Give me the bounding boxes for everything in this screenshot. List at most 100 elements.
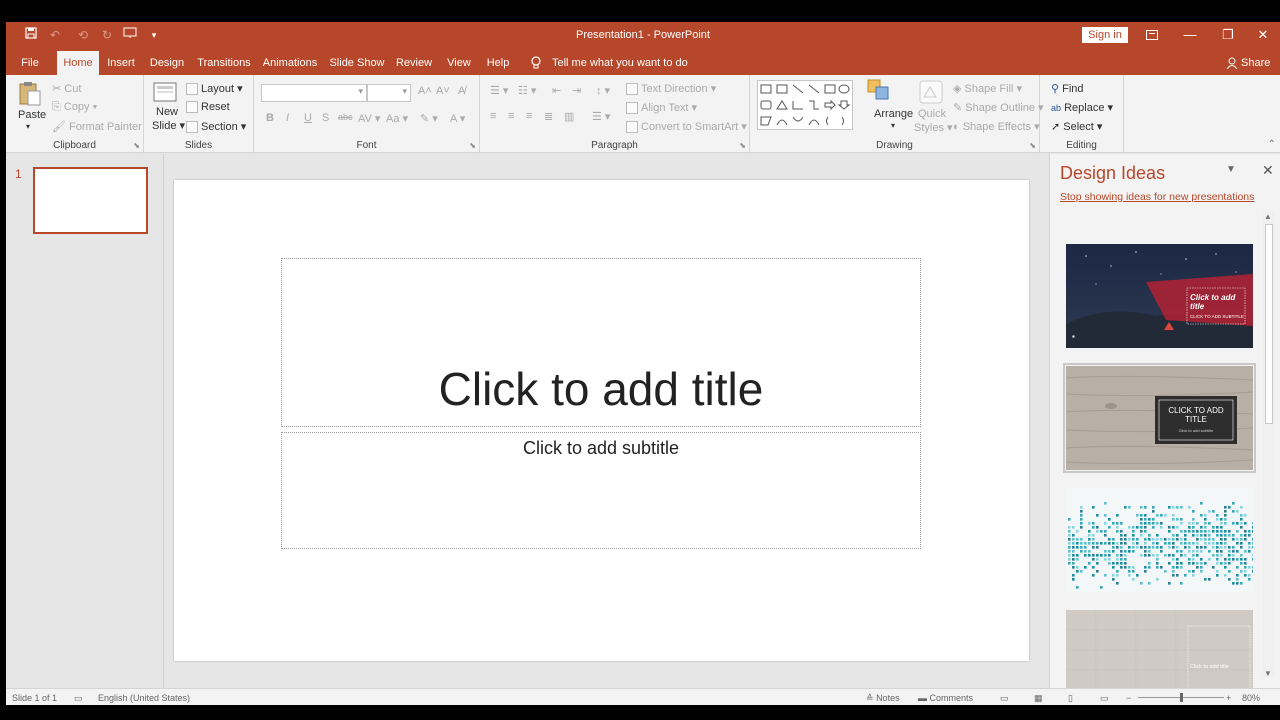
bold-button[interactable]: B <box>266 112 274 124</box>
drawing-launcher-icon[interactable]: ⬊ <box>1029 141 1036 150</box>
reading-view-icon[interactable]: ▯ <box>1068 693 1073 704</box>
columns-icon[interactable]: ▥ <box>564 110 574 123</box>
strikethrough-button[interactable]: abc <box>338 112 353 122</box>
tab-insert[interactable]: Insert <box>104 51 138 75</box>
close-icon[interactable]: ✕ <box>1244 22 1280 48</box>
tab-review[interactable]: Review <box>394 51 434 75</box>
normal-view-icon[interactable]: ▭ <box>1000 693 1009 704</box>
notes-button[interactable]: ≙ Notes <box>866 693 900 704</box>
design-idea-1[interactable]: Click to add title CLICK TO ADD SUBTITLE… <box>1066 244 1253 348</box>
pane-options-icon[interactable]: ▼ <box>1226 164 1236 175</box>
new-slide-line1[interactable]: New <box>156 106 178 118</box>
tab-home[interactable]: Home <box>57 51 99 75</box>
shadow-button[interactable]: S <box>322 112 329 124</box>
font-color-icon[interactable]: A ▾ <box>450 112 465 125</box>
comments-button[interactable]: ▬ Comments <box>918 693 973 703</box>
paint-bucket-icon: ◈ <box>953 83 962 95</box>
justify-icon[interactable]: ≣ <box>544 110 553 123</box>
section-button[interactable]: Section ▾ <box>186 120 246 134</box>
new-slide-button[interactable]: Slide ▾ <box>152 119 185 132</box>
convert-smartart-button[interactable]: Convert to SmartArt ▾ <box>626 120 747 134</box>
clear-formatting-icon[interactable]: A̸ <box>458 85 465 97</box>
replace-button[interactable]: ab Replace ▾ <box>1051 101 1113 114</box>
zoom-in-icon[interactable]: + <box>1226 693 1231 703</box>
align-text-button[interactable]: Align Text ▾ <box>626 101 697 115</box>
spelling-icon[interactable]: ▭ <box>74 693 83 704</box>
new-slide-icon[interactable] <box>153 80 179 104</box>
italic-button[interactable]: I <box>286 112 289 124</box>
shape-outline-button[interactable]: ✎ Shape Outline ▾ <box>953 101 1044 114</box>
slide-sorter-icon[interactable]: ▦ <box>1034 693 1043 704</box>
character-spacing-button[interactable]: AV ▾ <box>358 112 380 125</box>
align-center-icon[interactable]: ≡ <box>508 110 514 122</box>
highlight-icon[interactable]: ✎ ▾ <box>420 112 438 125</box>
ribbon-display-options-icon[interactable] <box>1133 22 1171 48</box>
tab-transitions[interactable]: Transitions <box>196 51 252 75</box>
shapes-gallery[interactable] <box>757 80 853 130</box>
design-idea-3[interactable] <box>1066 488 1253 592</box>
shape-fill-button[interactable]: ◈ Shape Fill ▾ <box>953 82 1022 95</box>
tab-view[interactable]: View <box>442 51 476 75</box>
scroll-thumb[interactable] <box>1265 224 1273 424</box>
shape-effects-button[interactable]: ◐ Shape Effects ▾ <box>953 120 1040 133</box>
collapse-ribbon-icon[interactable]: ⌃ <box>1268 139 1276 150</box>
zoom-slider-thumb[interactable] <box>1180 693 1183 702</box>
language-indicator[interactable]: English (United States) <box>98 693 190 703</box>
slide-thumbnail[interactable] <box>33 167 148 234</box>
close-pane-icon[interactable]: ✕ <box>1262 162 1274 179</box>
arrange-dropdown-icon[interactable]: ▾ <box>891 121 895 130</box>
cut-button[interactable]: ✂ Cut <box>52 82 81 95</box>
stop-showing-ideas-link[interactable]: Stop showing ideas for new presentations <box>1060 191 1254 203</box>
subtitle-placeholder[interactable]: Click to add subtitle <box>281 432 921 549</box>
arrange-button[interactable]: Arrange <box>874 108 913 120</box>
align-left-icon[interactable]: ≡ <box>490 110 496 122</box>
reset-button[interactable]: Reset <box>186 101 230 114</box>
font-size-combo[interactable]: ▾ <box>367 84 411 102</box>
font-launcher-icon[interactable]: ⬊ <box>469 141 476 150</box>
tab-help[interactable]: Help <box>484 51 512 75</box>
arrange-icon[interactable] <box>864 77 898 107</box>
paste-icon[interactable] <box>18 81 42 107</box>
restore-icon[interactable]: ❐ <box>1209 22 1247 48</box>
layout-button[interactable]: Layout ▾ <box>186 82 243 96</box>
tab-design[interactable]: Design <box>146 51 188 75</box>
select-button[interactable]: ➚ Select ▾ <box>1051 120 1102 133</box>
font-name-combo[interactable]: ▾ <box>261 84 367 102</box>
paste-button[interactable]: Paste <box>18 109 46 121</box>
scroll-down-icon[interactable]: ▼ <box>1264 669 1272 678</box>
zoom-level[interactable]: 80% <box>1242 693 1260 703</box>
tab-file[interactable]: File <box>14 51 46 75</box>
quick-styles-line1[interactable]: Quick <box>918 108 946 120</box>
increase-indent-icon[interactable]: ⇥ <box>572 84 581 97</box>
increase-font-icon[interactable]: A˄ <box>418 85 432 97</box>
bullets-icon[interactable]: ☰ ▾ <box>490 84 508 97</box>
change-case-button[interactable]: Aa ▾ <box>386 112 408 125</box>
text-direction-button[interactable]: Text Direction ▾ <box>626 82 716 96</box>
format-painter-button[interactable]: 🖌 Format Painter <box>52 120 142 133</box>
minimize-icon[interactable]: — <box>1171 22 1209 48</box>
numbering-icon[interactable]: ☷ ▾ <box>518 84 536 97</box>
decrease-indent-icon[interactable]: ⇤ <box>552 84 561 97</box>
align-right-icon[interactable]: ≡ <box>526 110 532 122</box>
tab-animations[interactable]: Animations <box>260 51 320 75</box>
title-placeholder[interactable]: Click to add title <box>281 258 921 427</box>
paste-dropdown-icon[interactable]: ▾ <box>26 122 30 131</box>
design-idea-2[interactable]: CLICK TO ADD TITLE Click to add subtitle <box>1063 363 1256 473</box>
copy-button[interactable]: ⎘ Copy ▾ <box>52 101 97 114</box>
underline-button[interactable]: U <box>304 112 312 124</box>
find-button[interactable]: ⚲ Find <box>1051 82 1084 95</box>
quick-styles-icon[interactable] <box>918 79 944 108</box>
line-spacing-icon[interactable]: ↕ ▾ <box>596 84 610 97</box>
slide-canvas[interactable]: Click to add title Click to add subtitle <box>174 180 1029 661</box>
clipboard-launcher-icon[interactable]: ⬊ <box>133 141 140 150</box>
decrease-font-icon[interactable]: A˅ <box>436 85 450 97</box>
scroll-up-icon[interactable]: ▲ <box>1264 212 1272 221</box>
paragraph-launcher-icon[interactable]: ⬊ <box>739 141 746 150</box>
design-ideas-scrollbar[interactable]: ▲ ▼ <box>1263 212 1275 678</box>
text-box-columns-icon[interactable]: ☰ ▾ <box>592 110 610 123</box>
zoom-out-icon[interactable]: − <box>1126 693 1131 703</box>
tab-slide-show[interactable]: Slide Show <box>328 51 386 75</box>
quick-styles-button[interactable]: Styles ▾ <box>914 121 953 134</box>
sign-in-button[interactable]: Sign in <box>1082 27 1128 43</box>
slide-show-icon[interactable]: ▭ <box>1100 693 1109 704</box>
